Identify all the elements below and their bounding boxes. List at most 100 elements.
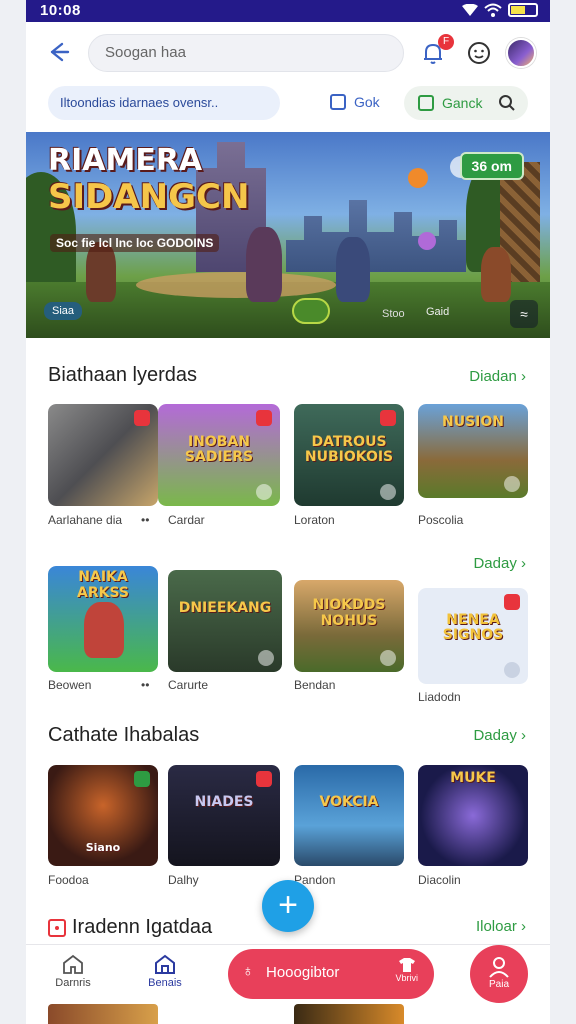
signal-icon [462, 4, 478, 16]
section-link[interactable]: Iloloar › [476, 918, 526, 935]
game-card[interactable]: NUSION [418, 404, 528, 498]
drop-icon: ♁ [242, 963, 254, 980]
section-link[interactable]: Daday › [473, 555, 526, 572]
section-title-label: Iradenn Igatdaa [72, 916, 213, 938]
card-caption: Liadodn [418, 690, 461, 704]
shirt-icon [398, 958, 415, 972]
character-figure [246, 227, 282, 302]
section-link[interactable]: Daday › [473, 727, 526, 744]
battery-icon [508, 3, 538, 17]
card-tag-icon [134, 410, 150, 426]
game-card[interactable]: DATROUS NUBIOKOIS [294, 404, 404, 506]
orb-illustration [408, 168, 428, 188]
nav-pill-button[interactable]: ♁ Hooogibtor Vbrivi [228, 949, 434, 999]
nav-pill-label: Hooogibtor [266, 964, 340, 981]
game-card[interactable]: Siano [48, 765, 158, 866]
filter-pill[interactable]: Iltoondias idarnaes ovensr.. [48, 86, 280, 120]
card-caption: Loraton [294, 513, 335, 527]
top-bar: Soogan haa F [26, 22, 550, 86]
card-title: NIADES [194, 794, 254, 811]
status-time: 10:08 [40, 2, 81, 19]
card-info-icon [258, 650, 274, 666]
card-info-icon [504, 662, 520, 678]
game-card[interactable]: DNIEEKANG [168, 570, 282, 672]
nav-item-active[interactable]: Benais [130, 953, 200, 989]
game-card[interactable] [48, 404, 158, 506]
home-active-icon [155, 954, 175, 974]
character-figure [481, 247, 511, 302]
smiley-icon[interactable] [466, 40, 492, 66]
app-screen: 10:08 Soogan haa F Iltoondias idarnaes o… [26, 0, 550, 1024]
hero-subtitle: Soc fie lcl lnc loc GODOINS [50, 234, 220, 252]
nav-item-profile[interactable]: Paia [470, 945, 528, 1003]
notification-bell-icon[interactable]: F [420, 34, 454, 66]
hero-banner[interactable]: RIAMERA SIDANGCN Soc fie lcl lnc loc GOD… [26, 132, 550, 338]
hero-title-line2: SIDANGCN [48, 177, 250, 217]
status-icons [462, 3, 538, 17]
search-icon[interactable] [498, 94, 516, 112]
nav-label: Darnris [55, 977, 91, 989]
user-icon [489, 957, 509, 978]
card-caption: Aarlahane dia [48, 513, 123, 527]
box-icon [48, 918, 66, 937]
card-title: INOBAN SADIERS [184, 433, 254, 465]
game-card[interactable]: MUKE [418, 765, 528, 866]
hero-badge[interactable]: 36 om [459, 152, 524, 180]
search-input[interactable]: Soogan haa [88, 34, 404, 72]
nav-pill-right[interactable]: Vbrivi [395, 957, 418, 983]
game-card[interactable]: NIADES [168, 765, 280, 866]
more-dots-icon[interactable]: •• [141, 513, 149, 527]
card-tag-icon [134, 771, 150, 787]
add-fab-button[interactable]: + [262, 880, 314, 932]
card-title: NIOKDDS NOHUS [312, 597, 386, 629]
card-title: VOKCIA [319, 794, 379, 811]
more-dots-icon[interactable]: •• [141, 678, 149, 692]
filter-row: Iltoondias idarnaes ovensr.. Gok Ganck [26, 86, 550, 130]
character-figure [84, 602, 124, 658]
orb-illustration [418, 232, 436, 250]
hero-title: RIAMERA SIDANGCN [48, 146, 250, 217]
hero-chip[interactable]: Siaa [44, 302, 83, 320]
avatar[interactable] [506, 38, 536, 68]
section-title: Cathate Ihabalas [48, 724, 200, 746]
card-tag-icon [504, 594, 520, 610]
nav-label: Benais [148, 977, 182, 989]
wifi-icon [484, 3, 502, 17]
game-card[interactable]: NIOKDDS NOHUS [294, 580, 404, 672]
card-title: NENEA SIGNOS [442, 611, 504, 644]
card-caption: Foodoa [48, 873, 89, 887]
home-icon [63, 954, 83, 974]
checkbox-box [418, 95, 434, 111]
game-card[interactable]: VOKCIA [294, 765, 404, 866]
card-info-icon [380, 650, 396, 666]
section-link-label: Iloloar [475, 918, 517, 935]
nav-item-home[interactable]: Darnris [38, 953, 108, 989]
city-illustration [286, 200, 466, 272]
checkbox-ganck[interactable]: Ganck [404, 86, 528, 120]
checkbox-box [330, 94, 346, 110]
character-figure [336, 237, 370, 302]
card-caption: Diacolin [418, 873, 461, 887]
section-link[interactable]: Diadan › [469, 368, 526, 385]
hero-play-icon[interactable] [292, 298, 330, 324]
section-link-label: Diadan [469, 368, 517, 385]
card-tag-icon [256, 410, 272, 426]
hero-label: Gaid [426, 306, 450, 318]
card-info-icon [380, 484, 396, 500]
back-arrow-icon[interactable] [44, 38, 74, 68]
checkbox-gok[interactable]: Gok [330, 94, 380, 110]
peek-card [294, 1004, 404, 1024]
card-title: NAIKA ARKSS [76, 569, 129, 601]
notification-badge: F [438, 34, 454, 50]
game-card[interactable]: NENEA SIGNOS [418, 588, 528, 684]
card-tool-icon [256, 484, 272, 500]
card-title: Siano [85, 840, 121, 854]
card-title: NUSION [442, 414, 504, 431]
peek-card [48, 1004, 158, 1024]
game-card[interactable]: INOBAN SADIERS [158, 404, 280, 506]
card-caption: Dalhy [168, 873, 199, 887]
section-title: Biathaan lyerdas [48, 364, 197, 386]
card-art [294, 765, 404, 866]
more-icon[interactable]: ≈ [510, 300, 538, 328]
game-card[interactable]: NAIKA ARKSS [48, 566, 158, 672]
